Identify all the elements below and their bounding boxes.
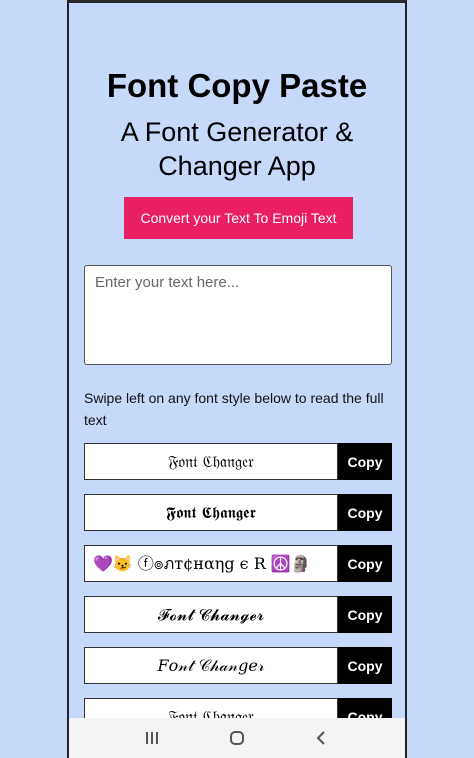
copy-button[interactable]: Copy — [338, 596, 392, 633]
swipe-hint: Swipe left on any font style below to re… — [84, 390, 384, 428]
font-style-row: 𝔉𝔬𝔫𝔱 ℭ𝔥𝔞𝔫𝔤𝔢𝔯 Copy — [84, 443, 392, 480]
copy-button[interactable]: Copy — [338, 698, 392, 718]
font-style-row: 𝐹𝑜𝓃𝓉 𝒞𝒽𝒶𝓃𝑔𝑒𝓇 Copy — [84, 647, 392, 684]
font-style-list: 𝔉𝔬𝔫𝔱 ℭ𝔥𝔞𝔫𝔤𝔢𝔯 Copy 𝕱𝖔𝖓𝖙 𝕮𝖍𝖆𝖓𝖌𝖊𝖗 Copy 💜😼 ⓕ… — [84, 443, 392, 718]
system-navigation-bar — [69, 718, 405, 758]
app-screen: Font Copy Paste A Font Generator & Chang… — [69, 3, 405, 718]
font-preview[interactable]: 𝔉𝔬𝔫𝔱 ℭ𝔥𝔞𝔫𝔤𝔢𝔯 — [84, 443, 338, 480]
font-style-row: 𝕱𝖔𝖓𝖙 𝕮𝖍𝖆𝖓𝖌𝖊𝖗 Copy — [84, 494, 392, 531]
font-style-row: 𝓕𝓸𝓷𝓽 𝓒𝓱𝓪𝓷𝓰𝓮𝓻 Copy — [84, 596, 392, 633]
font-preview[interactable]: 💜😼 ⓕ๏ภт¢нαηg є R ☮️🗿 — [84, 545, 338, 582]
font-preview[interactable]: 𝕱𝖔𝖓𝖙 𝕮𝖍𝖆𝖓𝖌𝖊𝖗 — [84, 494, 338, 531]
text-input[interactable] — [84, 265, 392, 365]
font-preview[interactable]: 𝔉𝔬𝔫𝔱 ℭ𝔥𝔞𝔫𝔤𝔢𝔯 — [84, 698, 338, 718]
convert-to-emoji-button[interactable]: Convert your Text To Emoji Text — [124, 197, 353, 239]
page-subtitle: A Font Generator & Changer App — [69, 115, 405, 183]
copy-button[interactable]: Copy — [338, 545, 392, 582]
font-style-row: 𝔉𝔬𝔫𝔱 ℭ𝔥𝔞𝔫𝔤𝔢𝔯 Copy — [84, 698, 392, 718]
font-preview[interactable]: 𝓕𝓸𝓷𝓽 𝓒𝓱𝓪𝓷𝓰𝓮𝓻 — [84, 596, 338, 633]
font-preview[interactable]: 𝐹𝑜𝓃𝓉 𝒞𝒽𝒶𝓃𝑔𝑒𝓇 — [84, 647, 338, 684]
page-title: Font Copy Paste — [106, 67, 368, 104]
font-style-row: 💜😼 ⓕ๏ภт¢нαηg є R ☮️🗿 Copy — [84, 545, 392, 582]
subtitle-line-2: Changer App — [158, 151, 316, 181]
copy-button[interactable]: Copy — [338, 647, 392, 684]
copy-button[interactable]: Copy — [338, 494, 392, 531]
back-icon[interactable] — [307, 723, 337, 753]
copy-button[interactable]: Copy — [338, 443, 392, 480]
home-icon[interactable] — [222, 723, 252, 753]
recents-icon[interactable] — [137, 723, 167, 753]
subtitle-line-1: A Font Generator & — [120, 117, 354, 147]
device-frame: Font Copy Paste A Font Generator & Chang… — [67, 0, 407, 758]
